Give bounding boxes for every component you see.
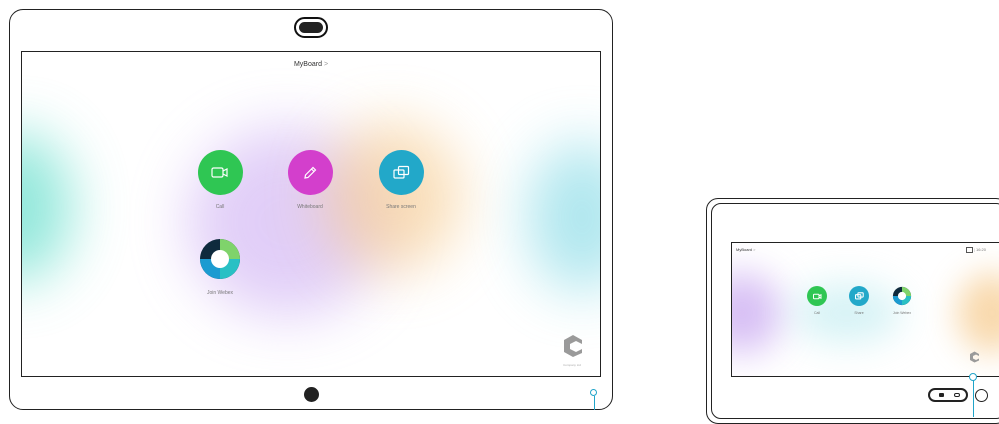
chevron-right-icon: > [753,247,756,252]
home-button[interactable] [304,387,319,402]
whiteboard-button[interactable] [287,150,333,195]
screen-icon [965,247,973,253]
separator: | [973,247,975,253]
pencil-icon [304,166,317,179]
company-label: Company Ltd [563,363,581,367]
company-logo-icon [564,335,582,357]
share-screen-label: Share screen [386,204,416,210]
share-screen-tile[interactable]: Share screen [361,150,441,210]
share-label: Share [854,311,864,315]
share-screen-button[interactable] [378,150,424,195]
join-webex-tile[interactable]: Join Webex [882,286,922,315]
join-webex-tile[interactable]: Join Webex [180,236,260,296]
call-label: Call [813,311,821,315]
whiteboard-tile[interactable]: Whiteboard [270,150,350,210]
large-device-screen: MyBoard > Call Whiteboard Share screen J… [21,51,601,377]
small-device-screen: MyBoard > | 16:20 Call Share Join Webex [731,242,999,377]
call-tile[interactable]: Call [797,286,837,315]
pointer-line [973,379,974,417]
page-title[interactable]: MyBoard > [736,247,755,252]
share-button[interactable] [849,286,869,306]
share-tile[interactable]: Share [839,286,879,315]
whiteboard-label: Whiteboard [297,204,323,210]
join-webex-label: Join Webex [892,311,912,315]
company-logo-icon [970,351,979,363]
glow-left [22,132,72,282]
join-webex-button[interactable] [892,286,912,306]
page-title[interactable]: MyBoard > [22,61,600,68]
webex-logo-icon [200,238,240,279]
time-label: 16:20 [975,247,986,253]
video-camera-icon [812,293,821,299]
pointer-marker-icon [590,389,597,396]
volume-mute-control[interactable] [928,388,968,402]
join-webex-label: Join Webex [206,290,234,296]
call-button[interactable] [197,150,243,195]
title-text: MyBoard [293,61,322,68]
glow-right [527,142,600,292]
call-label: Call [215,204,225,210]
webex-logo-icon [892,286,912,306]
call-tile[interactable]: Call [180,150,260,210]
video-camera-icon [211,167,228,178]
glow-left [732,273,782,353]
glow-right [957,273,999,353]
chevron-right-icon: > [323,61,329,68]
power-button[interactable] [975,389,988,402]
pointer-line [594,396,595,410]
title-text: MyBoard [736,247,753,252]
join-webex-button[interactable] [198,236,243,281]
pointer-marker-icon [969,373,977,381]
share-screen-icon [392,165,409,179]
camera-icon [294,17,328,38]
status-bar: | 16:20 [965,247,986,253]
call-button[interactable] [807,286,827,306]
share-screen-icon [854,292,864,300]
